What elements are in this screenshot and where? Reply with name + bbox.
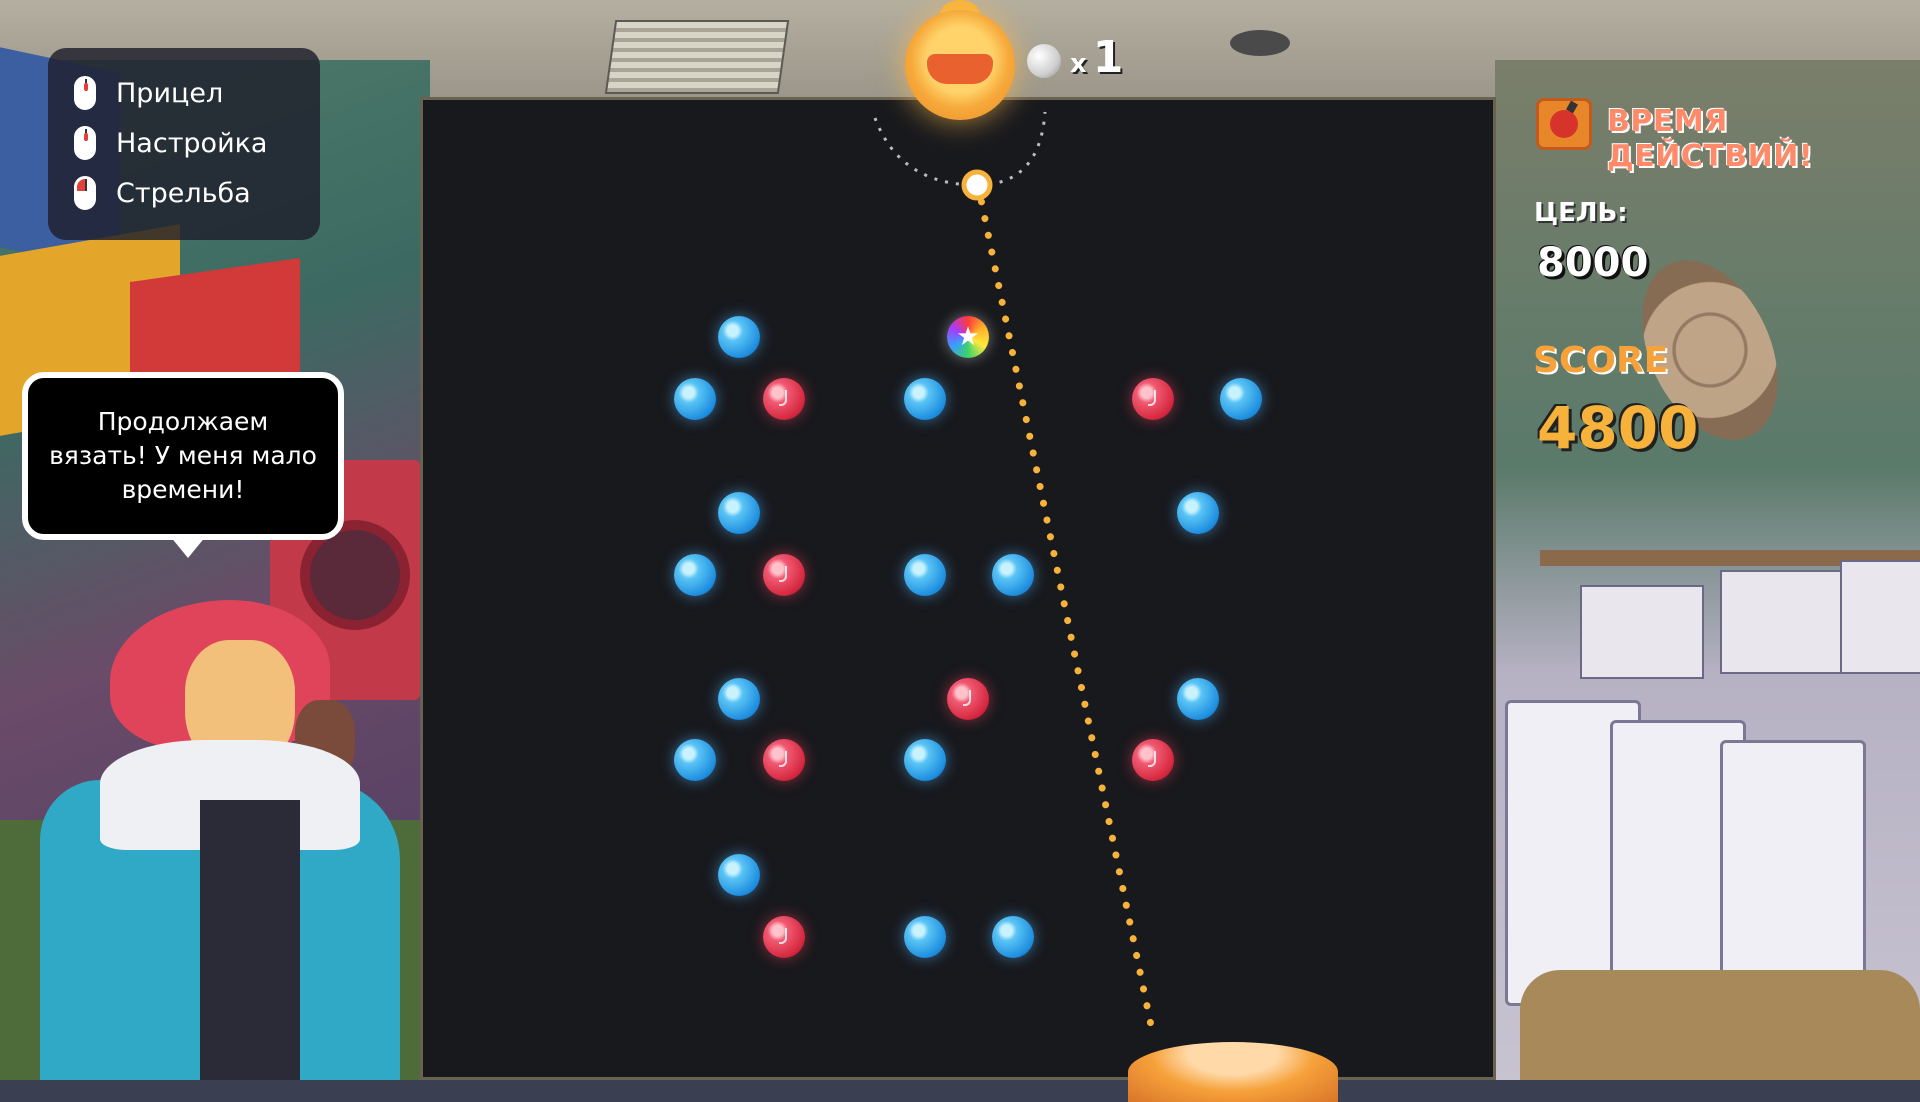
blue-peg [1177, 492, 1219, 534]
blue-peg [718, 492, 760, 534]
goal-value: 8000 [1537, 240, 1649, 286]
ball-icon [1027, 44, 1061, 78]
blue-peg [718, 316, 760, 358]
multiplier-symbol: x [1070, 49, 1087, 79]
star-icon: ★ [956, 322, 980, 352]
score-value: 4800 [1537, 394, 1699, 462]
control-adjust: Настройка [74, 126, 267, 160]
blue-peg [1220, 378, 1262, 420]
supply-box [1720, 570, 1844, 674]
bomb-icon [1536, 98, 1592, 150]
blue-peg [904, 554, 946, 596]
mouse-aim-icon [74, 76, 96, 110]
blue-peg [718, 854, 760, 896]
blue-peg [904, 916, 946, 958]
smoke-detector [1230, 30, 1290, 56]
blue-peg [992, 916, 1034, 958]
blue-peg [1177, 678, 1219, 720]
control-shoot-label: Стрельба [116, 177, 251, 209]
supply-box [1840, 560, 1920, 674]
character-shirt [200, 800, 300, 1080]
star-peg: ★ [947, 316, 989, 358]
control-aim-label: Прицел [116, 77, 224, 109]
red-peg [763, 378, 805, 420]
balls-remaining: 1 [1092, 32, 1124, 83]
red-peg [1132, 378, 1174, 420]
catch-bucket [1128, 1042, 1338, 1102]
red-peg [947, 678, 989, 720]
control-adjust-label: Настройка [116, 127, 268, 159]
red-peg [763, 554, 805, 596]
control-shoot: Стрельба [74, 176, 251, 210]
red-peg [763, 916, 805, 958]
goal-label: ЦЕЛЬ: [1534, 198, 1628, 228]
blue-peg [674, 554, 716, 596]
control-aim: Прицел [74, 76, 223, 110]
red-peg [1132, 739, 1174, 781]
score-label: SCORE [1533, 340, 1669, 381]
blue-peg [674, 739, 716, 781]
supply-box [1580, 585, 1704, 679]
ball-count: x1 [1070, 32, 1123, 83]
game-board[interactable] [420, 97, 1496, 1080]
speech-text: Продолжаем вязать! У меня мало времени! [49, 407, 317, 504]
mouse-click-icon [74, 176, 96, 210]
speech-bubble-tail [170, 536, 206, 558]
blue-peg [674, 378, 716, 420]
blue-peg [904, 739, 946, 781]
action-time-label: ВРЕМЯ ДЕЙСТВИЙ! [1607, 104, 1814, 174]
blue-peg [992, 554, 1034, 596]
blue-peg [904, 378, 946, 420]
controls-help-panel: Прицел Настройка Стрельба [48, 48, 320, 240]
mouse-wheel-icon [74, 126, 96, 160]
blue-peg [718, 678, 760, 720]
speech-bubble: Продолжаем вязать! У меня мало времени! [22, 372, 344, 540]
ceiling-vent [604, 20, 790, 94]
laundry-pile [1520, 970, 1920, 1080]
red-peg [763, 739, 805, 781]
ball-launcher[interactable] [905, 10, 1015, 120]
